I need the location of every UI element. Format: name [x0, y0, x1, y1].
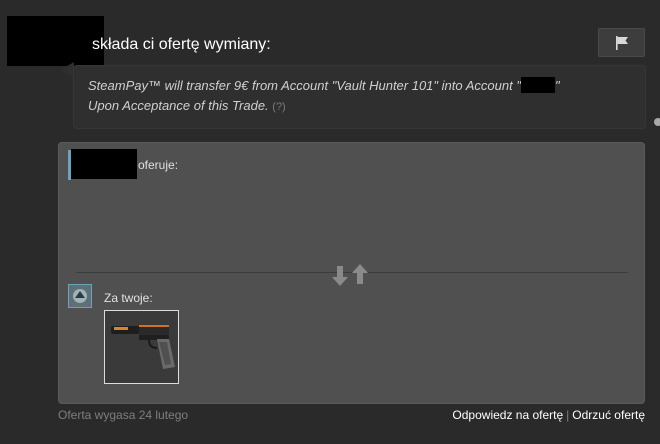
scroll-indicator: [654, 118, 660, 126]
pistol-item[interactable]: [104, 310, 179, 384]
redacted-their-name: [71, 149, 137, 179]
message-line-2: Upon Acceptance of this Trade. (?): [88, 98, 286, 113]
decline-link[interactable]: Odrzuć ofertę: [572, 408, 645, 422]
your-items-label: Za twoje:: [104, 291, 153, 305]
swap-arrows-icon: [332, 264, 368, 286]
redacted-account: [520, 77, 555, 93]
pistol-icon: [111, 325, 175, 369]
flag-icon: [615, 35, 628, 50]
trade-message: SteamPay™ will transfer 9€ from Account …: [74, 66, 645, 128]
avatar-image-icon: [69, 285, 91, 307]
respond-link[interactable]: Odpowiedz na ofertę: [452, 408, 563, 422]
your-avatar[interactable]: [68, 284, 92, 308]
footer-separator: |: [566, 408, 570, 422]
offer-title: składa ci ofertę wymiany:: [92, 36, 271, 53]
redacted-avatar-name: [7, 16, 104, 66]
message-line-1: SteamPay™ will transfer 9€ from Account …: [88, 77, 560, 93]
their-items-label: oferuje:: [138, 158, 179, 172]
trade-panel: oferuje: Za twoje:: [58, 142, 645, 404]
offer-expiration: Oferta wygasa 24 lutego: [58, 408, 189, 422]
report-button[interactable]: [598, 28, 645, 57]
help-link[interactable]: (?): [272, 101, 285, 113]
footer-actions: Odpowiedz na ofertę | Odrzuć ofertę: [452, 408, 645, 422]
bubble-tail: [60, 62, 74, 78]
